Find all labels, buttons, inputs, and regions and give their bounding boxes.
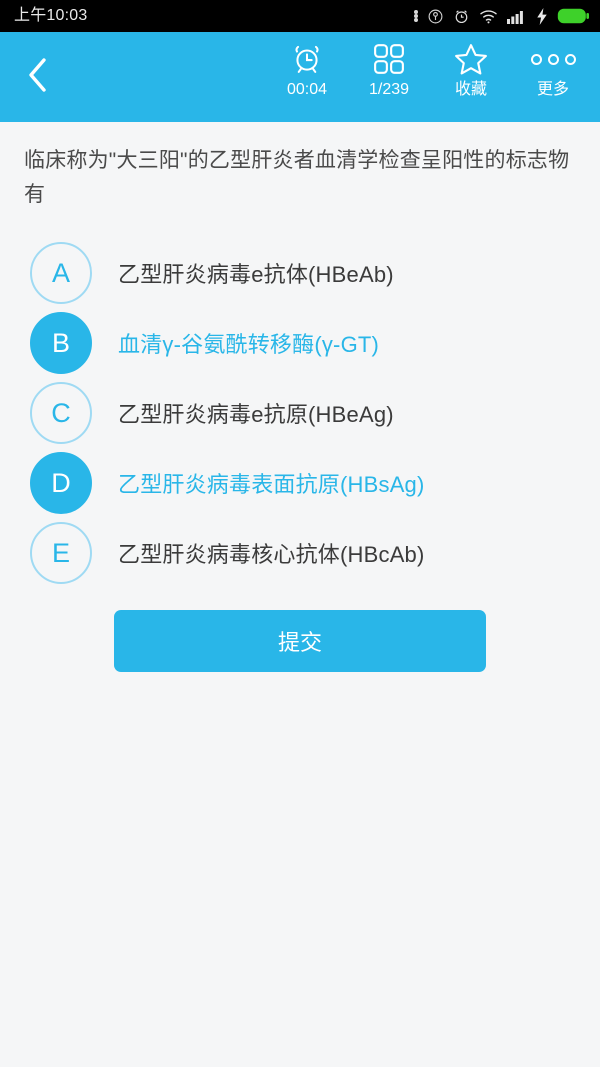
ellipsis-icon <box>414 10 418 22</box>
battery-icon <box>557 8 590 24</box>
option-row-d[interactable]: D 乙型肝炎病毒表面抗原(HBsAg) <box>30 448 600 518</box>
question-index-label: 1/239 <box>368 81 410 98</box>
header-item-favorite[interactable]: 收藏 <box>430 38 512 98</box>
option-bubble-c[interactable]: C <box>30 382 92 445</box>
status-time: 上午10:03 <box>14 7 88 24</box>
option-label-b[interactable]: 血清γ-谷氨酰转移酶(γ-GT) <box>118 327 379 359</box>
option-row-b[interactable]: B 血清γ-谷氨酰转移酶(γ-GT) <box>30 308 600 378</box>
favorite-label: 收藏 <box>454 81 487 98</box>
more-label: 更多 <box>536 81 569 98</box>
timer-label: 00:04 <box>286 81 328 98</box>
app-header: 00:04 1/239 收藏 更多 <box>0 32 600 122</box>
three-dots-icon <box>530 42 576 76</box>
back-button[interactable] <box>0 32 76 122</box>
chevron-left-icon <box>25 53 51 102</box>
status-icon-group <box>414 7 590 25</box>
signal-icon <box>507 8 527 24</box>
header-item-more[interactable]: 更多 <box>512 38 594 98</box>
option-bubble-b[interactable]: B <box>30 312 92 375</box>
question-text: 临床称为"大三阳"的乙型肝炎者血清学检查呈阳性的标志物有 <box>24 149 570 207</box>
alarm-clock-icon <box>290 42 324 76</box>
option-label-e[interactable]: 乙型肝炎病毒核心抗体(HBcAb) <box>118 537 425 569</box>
charging-bolt-icon <box>536 7 548 25</box>
option-row-c[interactable]: C 乙型肝炎病毒e抗原(HBeAg) <box>30 378 600 448</box>
header-item-timer[interactable]: 00:04 <box>266 38 348 98</box>
option-row-e[interactable]: E 乙型肝炎病毒核心抗体(HBcAb) <box>30 518 600 588</box>
option-bubble-e[interactable]: E <box>30 522 92 585</box>
status-bar: 上午10:03 <box>0 0 600 32</box>
option-list: A 乙型肝炎病毒e抗体(HBeAb) B 血清γ-谷氨酰转移酶(γ-GT) C … <box>0 238 600 588</box>
wifi-icon <box>479 8 498 25</box>
submit-area: 提交 <box>0 588 600 673</box>
header-item-question-index[interactable]: 1/239 <box>348 38 430 98</box>
star-outline-icon <box>454 42 488 76</box>
grid-icon <box>373 42 405 76</box>
option-label-d[interactable]: 乙型肝炎病毒表面抗原(HBsAg) <box>118 467 425 499</box>
alarm-icon <box>453 8 470 25</box>
option-row-a[interactable]: A 乙型肝炎病毒e抗体(HBeAb) <box>30 238 600 308</box>
option-label-a[interactable]: 乙型肝炎病毒e抗体(HBeAb) <box>118 257 394 289</box>
option-bubble-d[interactable]: D <box>30 452 92 515</box>
submit-button[interactable]: 提交 <box>114 610 486 673</box>
nfc-icon <box>427 8 444 25</box>
option-label-c[interactable]: 乙型肝炎病毒e抗原(HBeAg) <box>118 397 394 429</box>
option-bubble-a[interactable]: A <box>30 242 92 305</box>
header-action-group: 00:04 1/239 收藏 更多 <box>266 38 594 98</box>
